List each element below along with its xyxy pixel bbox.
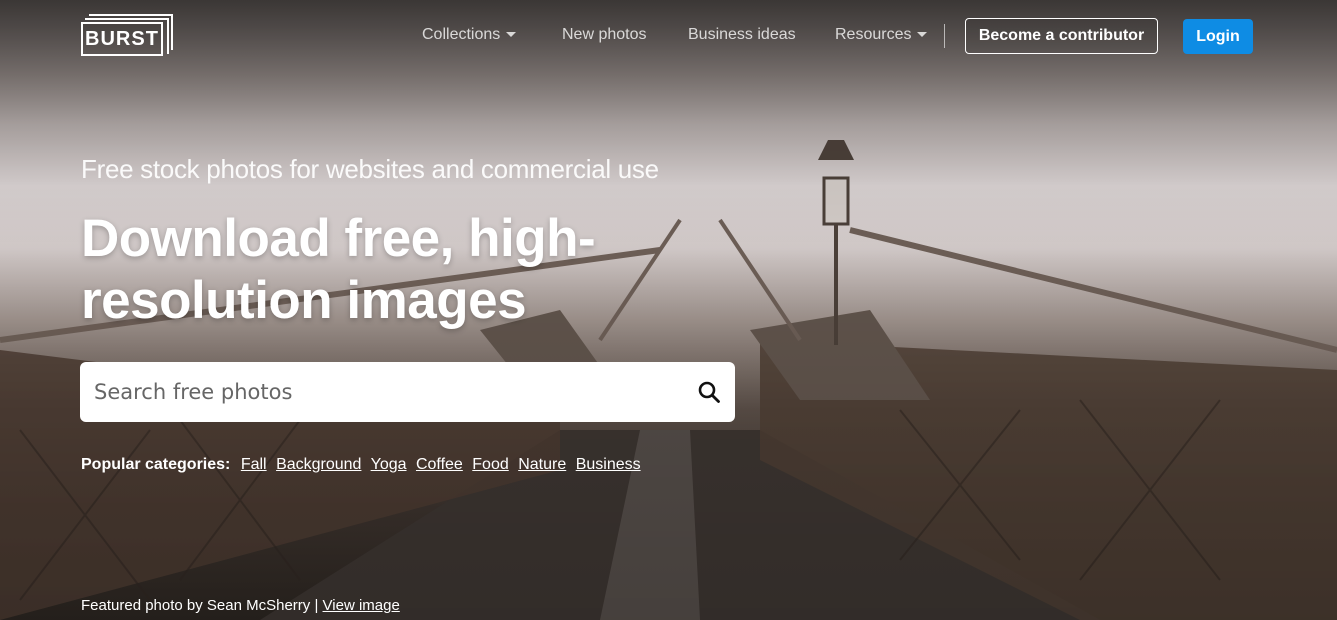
popular-categories: Popular categories: Fall Background Yoga… [81,456,646,474]
category-link-yoga[interactable]: Yoga [371,456,407,473]
nav-divider [944,24,945,48]
nav-collections[interactable]: Collections [422,26,517,44]
hero-subheadline: Free stock photos for websites and comme… [81,154,659,184]
search-icon[interactable] [697,380,721,404]
category-link-coffee[interactable]: Coffee [416,456,463,473]
nav-resources-label: Resources [835,26,912,43]
category-link-business[interactable]: Business [576,456,641,473]
view-image-link[interactable]: View image [323,597,400,614]
nav-business-ideas[interactable]: Business ideas [688,26,796,44]
category-link-food[interactable]: Food [472,456,508,473]
nav-new-photos[interactable]: New photos [562,26,647,44]
become-contributor-button[interactable]: Become a contributor [965,18,1158,54]
hero-headline: Download free, high-resolution images [81,209,596,330]
category-link-nature[interactable]: Nature [518,456,566,473]
logo-text: BURST [81,22,163,56]
photo-credit-text: Featured photo by Sean McSherry | [81,597,319,614]
category-link-fall[interactable]: Fall [241,456,267,473]
chevron-down-icon [506,32,517,38]
nav-resources[interactable]: Resources [835,26,928,44]
category-link-background[interactable]: Background [276,456,361,473]
chevron-down-icon [917,32,928,38]
nav-collections-label: Collections [422,26,501,43]
photo-credit: Featured photo by Sean McSherry | View i… [81,597,400,614]
burst-logo[interactable]: BURST [81,14,173,56]
login-button[interactable]: Login [1183,19,1253,54]
popular-categories-label: Popular categories: [81,456,231,473]
search-input[interactable] [80,362,694,422]
search-bar [80,362,735,422]
